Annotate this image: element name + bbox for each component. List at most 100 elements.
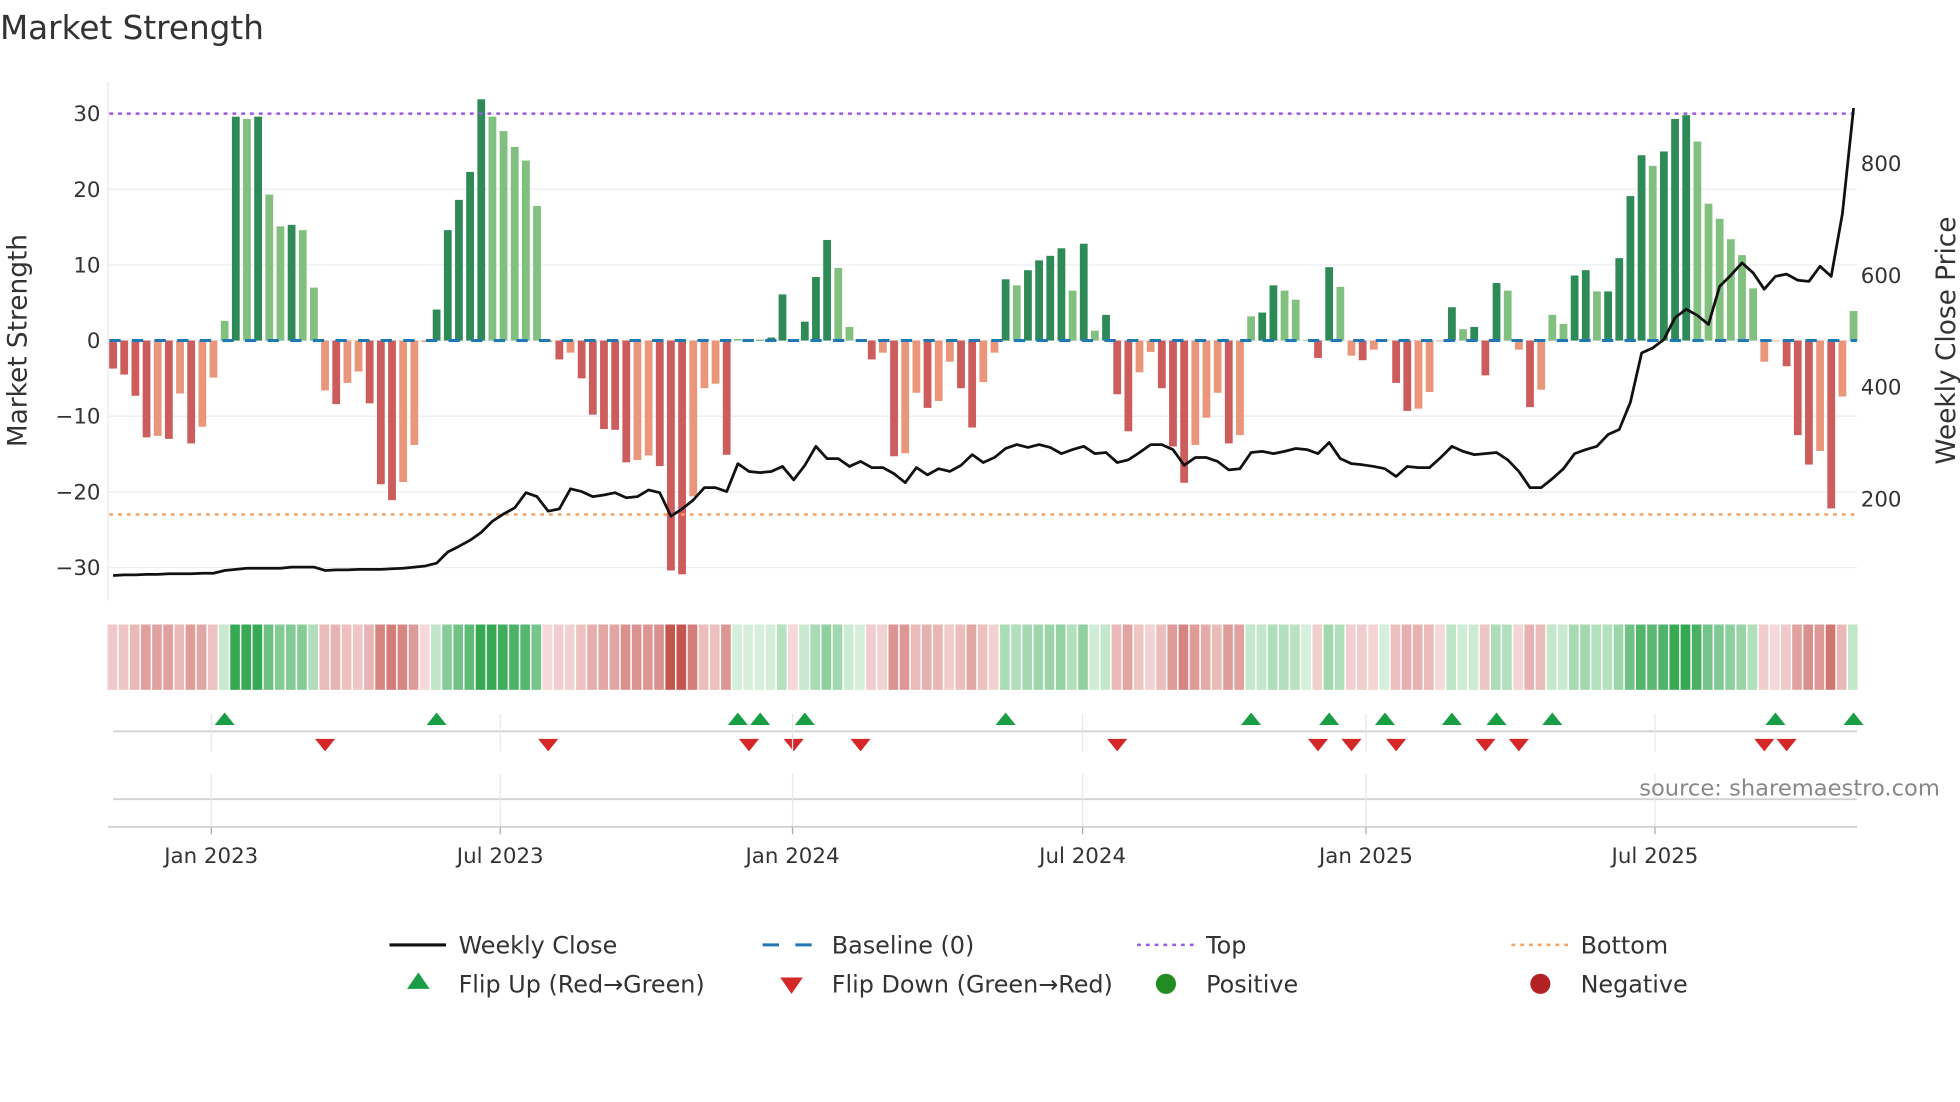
strip-cell <box>799 624 809 690</box>
strip-cell <box>1312 624 1323 690</box>
strip-cell <box>274 624 285 690</box>
strength-bar <box>644 340 653 456</box>
x-tick-label: Jul 2023 <box>455 844 544 869</box>
strength-bar <box>298 230 307 341</box>
y2-tick-label: 600 <box>1861 264 1902 289</box>
strength-bar <box>1414 340 1423 409</box>
strip-cell <box>776 624 787 690</box>
strip-cell <box>1145 624 1155 690</box>
strength-bar <box>365 340 374 404</box>
y-tick-label: 10 <box>73 253 100 278</box>
strip-cell <box>665 624 675 690</box>
strip-cell <box>1502 624 1512 690</box>
strip-cell <box>966 624 977 690</box>
strip-cell <box>1033 624 1044 690</box>
strength-bar <box>1280 290 1289 341</box>
strip-cell <box>955 624 966 690</box>
strip-cell <box>453 624 464 690</box>
strip-cell <box>1379 624 1390 690</box>
strip-cell <box>609 624 620 690</box>
flip-down-marker <box>738 738 760 752</box>
strength-bar <box>611 340 620 430</box>
strip-cell <box>1624 624 1635 690</box>
flip-up-marker <box>426 712 447 726</box>
strip-cell <box>754 624 765 690</box>
flip-down-marker <box>1386 738 1407 752</box>
y-tick-label: −30 <box>55 556 100 581</box>
strength-bar <box>343 340 352 383</box>
strength-bar <box>1314 340 1322 358</box>
strength-bar <box>1782 340 1791 367</box>
strip-cell <box>676 624 687 690</box>
flip-down-marker <box>315 738 336 752</box>
strength-bar <box>1581 270 1590 341</box>
strength-bar <box>1079 243 1088 341</box>
strength-bar <box>756 339 765 341</box>
strength-bar <box>1548 314 1557 341</box>
strength-bar <box>1358 340 1367 361</box>
strip-cell <box>1111 624 1122 690</box>
strength-bar <box>1213 340 1222 393</box>
strength-bar <box>1726 239 1735 341</box>
strip-cell <box>1223 624 1233 690</box>
strip-cell <box>241 624 252 690</box>
strength-bar <box>1827 340 1836 509</box>
strength-bar <box>120 340 129 375</box>
strip-cell <box>230 624 240 690</box>
strip-cell <box>721 624 731 690</box>
y-tick-label: −10 <box>55 405 100 430</box>
strength-bar <box>131 340 140 396</box>
strip-cell <box>1368 624 1378 690</box>
strength-bar <box>1169 340 1177 447</box>
strip-cell <box>1613 624 1624 690</box>
strip-cell <box>1524 624 1535 690</box>
strip-cell <box>1736 624 1747 690</box>
legend-triangle-down-icon <box>780 977 803 994</box>
y-axis-right: 800 600 400 200 <box>1861 152 1902 512</box>
strength-bar <box>243 118 251 341</box>
strip-cell <box>375 624 385 690</box>
strip-cell <box>832 624 843 690</box>
strength-bar <box>1793 340 1802 436</box>
strength-bar <box>455 199 463 341</box>
strength-bar <box>1157 340 1166 389</box>
strength-bar <box>1202 340 1211 418</box>
legend-label: Negative <box>1581 971 1688 999</box>
legend-triangle-up-icon <box>407 972 430 989</box>
strip-cell <box>821 624 832 690</box>
strength-bar <box>934 340 943 402</box>
strip-cell <box>107 624 118 690</box>
x-tick-label: Jul 2025 <box>1610 844 1699 869</box>
legend: Weekly Close Baseline (0) Top Bottom Flip Up… <box>389 932 1688 999</box>
strength-bar <box>1269 285 1278 341</box>
strength-bar <box>1816 340 1824 451</box>
strength-bar <box>812 277 820 341</box>
strip-cell <box>1323 624 1334 690</box>
flip-up-marker <box>1319 712 1340 726</box>
strength-bar <box>399 340 408 482</box>
y-axis-left: 30 20 10 0 −10 −20 −30 <box>55 102 100 581</box>
strip-cell <box>877 624 887 690</box>
strip-cell <box>129 624 140 690</box>
flip-up-marker <box>1843 712 1864 726</box>
strength-bar <box>1146 340 1155 352</box>
strip-cell <box>1156 624 1166 690</box>
strength-bar <box>1046 255 1055 341</box>
strip-cell <box>497 624 508 690</box>
strength-bar <box>220 320 229 341</box>
strip-cell <box>1468 624 1479 690</box>
strip-cell <box>185 624 196 690</box>
strip-cell <box>866 624 876 690</box>
legend-label: Top <box>1205 932 1246 960</box>
y-tick-label: −20 <box>55 480 100 505</box>
strip-cell <box>1435 624 1445 690</box>
strength-bar <box>733 339 742 341</box>
strip-cell <box>364 624 374 690</box>
strip-cell <box>252 624 263 690</box>
strength-bar <box>700 340 709 389</box>
strip-cell <box>1401 624 1412 690</box>
x-axis: Jan 2023 Jul 2023 Jan 2024 Jul 2024 Jan 2025… <box>108 713 1857 869</box>
strength-bar <box>276 226 285 341</box>
strip-cell <box>788 624 798 690</box>
flip-up-marker <box>214 712 235 726</box>
